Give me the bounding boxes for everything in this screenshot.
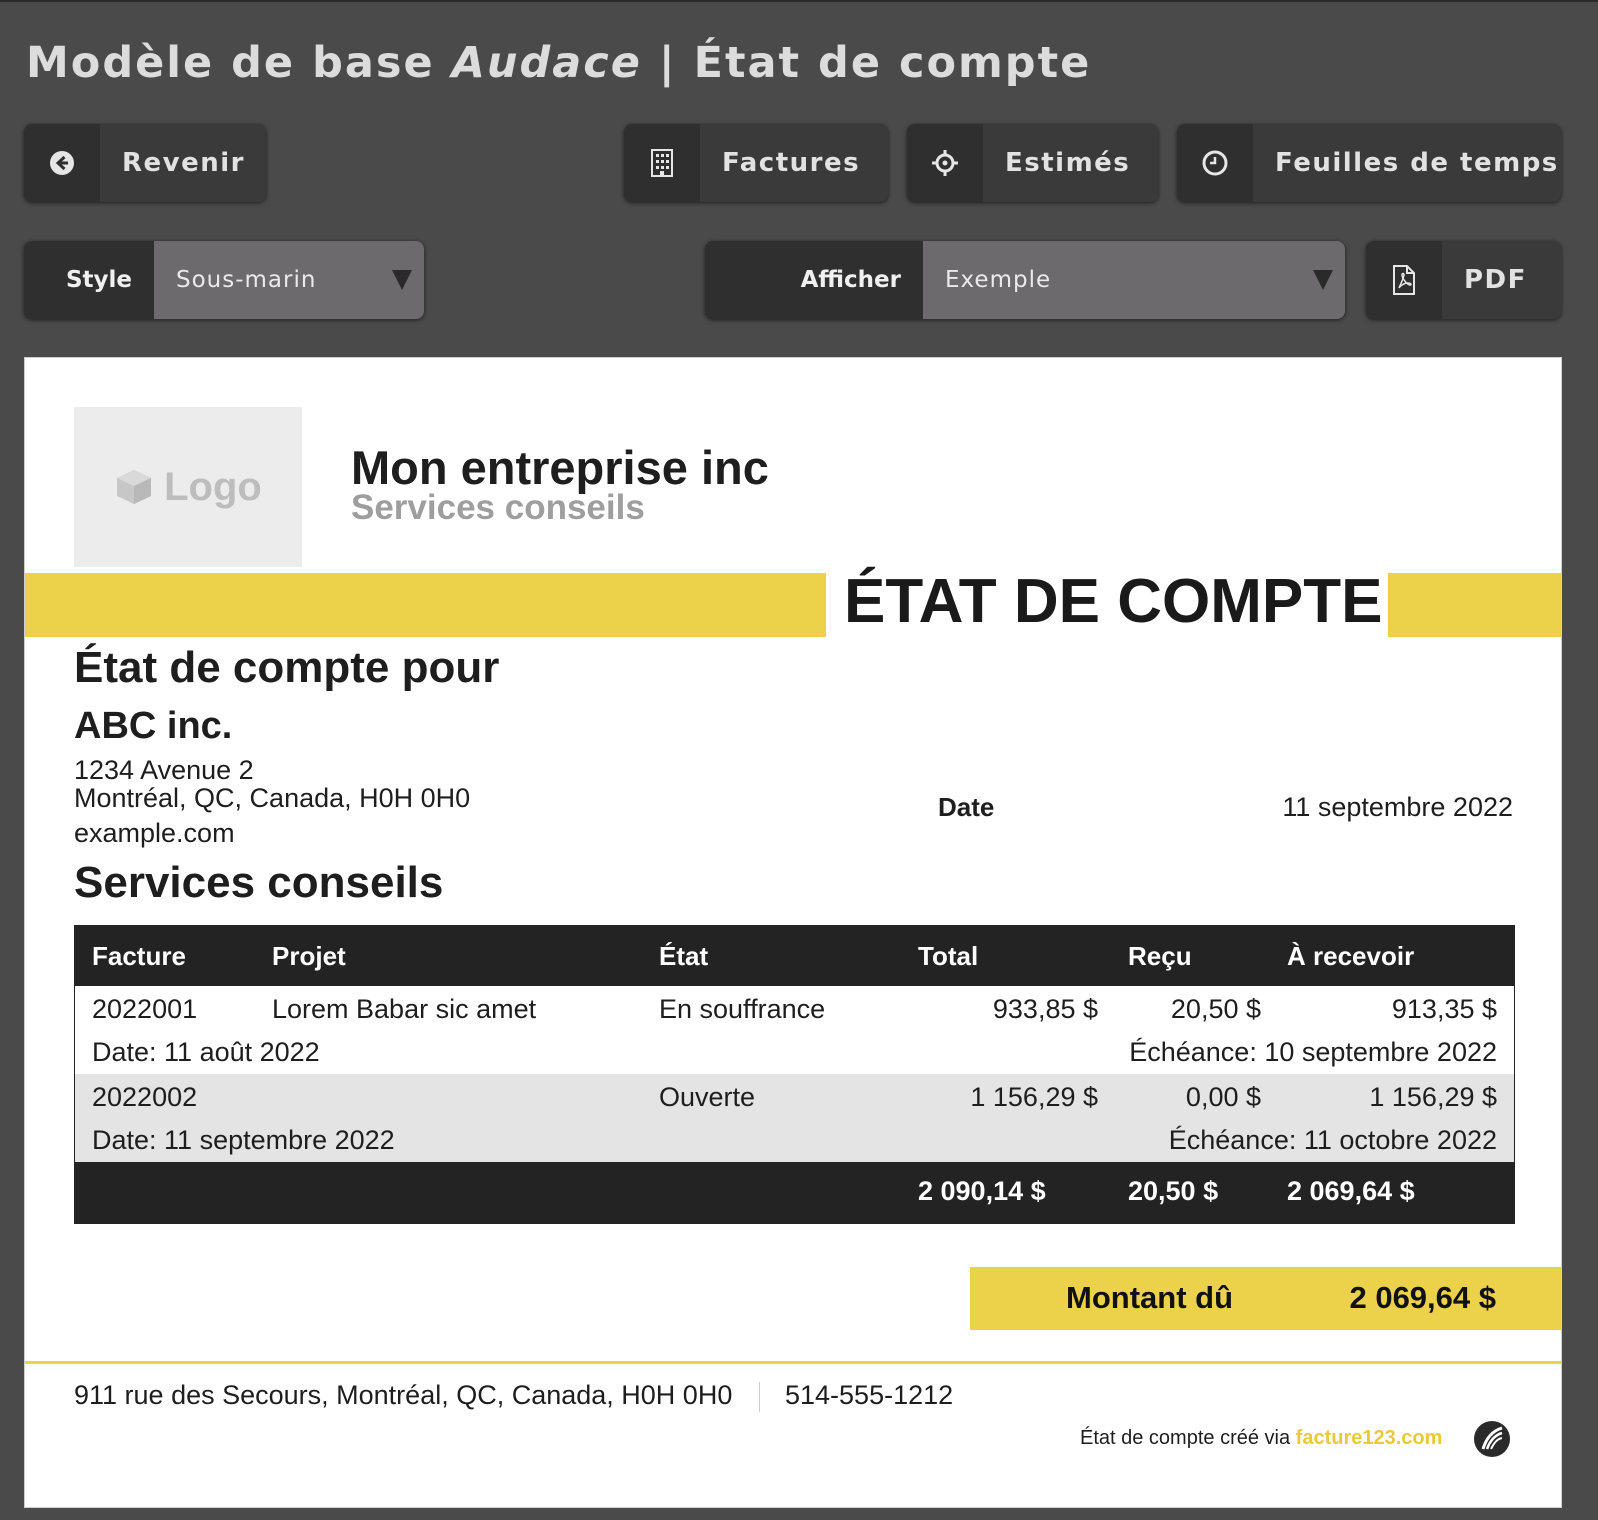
arrow-left-circle-icon	[24, 124, 100, 202]
style-select-group[interactable]: Style Sous-marin	[24, 241, 424, 319]
row-total: 933,85 $	[992, 994, 1098, 1024]
amount-due-label: Montant dû	[1066, 1280, 1234, 1315]
statement-for-label: État de compte pour	[74, 643, 500, 692]
show-select-value: Exemple	[945, 267, 1052, 293]
row-date: Date: 11 août 2022	[92, 1037, 320, 1067]
header-invoice: Facture	[92, 941, 186, 971]
total-amount: 2 090,14 $	[918, 1176, 1046, 1206]
header-project: Projet	[272, 941, 346, 971]
row-status: En souffrance	[659, 994, 826, 1024]
header-received: Reçu	[1128, 941, 1192, 971]
crosshair-icon	[907, 124, 983, 202]
clock-icon	[1177, 124, 1253, 202]
style-select[interactable]: Sous-marin	[154, 241, 424, 319]
row-invoice: 2022002	[92, 1082, 198, 1112]
row-received: 0,00 $	[1185, 1082, 1261, 1112]
table-row: 2022001 Lorem Babar sic amet En souffran…	[75, 986, 1514, 1074]
page-title-suffix: | État de compte	[641, 38, 1092, 88]
style-select-label: Style	[65, 267, 132, 293]
pdf-button[interactable]: PDF	[1366, 241, 1561, 319]
header-receivable: À recevoir	[1287, 941, 1415, 971]
table-row: 2022002 Ouverte 1 156,29 $ 0,00 $ 1 156,…	[75, 1074, 1514, 1162]
row-invoice: 2022001	[92, 994, 198, 1024]
header-total: Total	[918, 941, 979, 971]
client-address-line1: 1234 Avenue 2	[74, 755, 254, 785]
amount-due-box: Montant dû 2 069,64 $	[970, 1267, 1561, 1330]
show-select-group[interactable]: Afficher Exemple	[705, 241, 1345, 319]
page-title-template-name: Audace	[451, 38, 642, 88]
window-top-border	[0, 0, 1598, 2]
show-select[interactable]: Exemple	[923, 241, 1345, 319]
row-due-date: Échéance: 10 septembre 2022	[1129, 1037, 1497, 1067]
logo-placeholder: Logo	[74, 407, 302, 567]
pdf-file-icon	[1366, 241, 1442, 319]
row-status: Ouverte	[659, 1082, 756, 1112]
credit-link[interactable]: facture123.com	[1296, 1427, 1443, 1449]
pdf-button-label: PDF	[1464, 265, 1527, 295]
logo-text: Logo	[164, 464, 262, 509]
client-website: example.com	[74, 818, 235, 848]
estimates-button-label: Estimés	[1005, 148, 1131, 178]
row-project: Lorem Babar sic amet	[272, 994, 537, 1024]
chevron-down-icon	[1313, 270, 1333, 290]
row-total: 1 156,29 $	[970, 1082, 1098, 1112]
chevron-down-icon	[392, 270, 412, 290]
title-band-right	[1388, 573, 1561, 637]
row-date: Date: 11 septembre 2022	[92, 1125, 395, 1155]
timesheets-button[interactable]: Feuilles de temps	[1177, 124, 1561, 202]
company-name: Mon entreprise inc	[351, 441, 769, 494]
style-select-value: Sous-marin	[176, 267, 317, 293]
total-received: 20,50 $	[1128, 1176, 1219, 1206]
back-button-label: Revenir	[122, 148, 245, 178]
page-title: Modèle de base Audace | État de compte	[26, 38, 1091, 88]
page-title-prefix: Modèle de base	[26, 38, 452, 88]
row-receivable: 913,35 $	[1391, 994, 1497, 1024]
footer-credit: État de compte créé via facture123.com	[1080, 1427, 1442, 1450]
company-tagline: Services conseils	[351, 488, 645, 527]
row-receivable: 1 156,29 $	[1369, 1082, 1497, 1112]
header-status: État	[659, 941, 709, 971]
estimates-button[interactable]: Estimés	[907, 124, 1158, 202]
statement-title: ÉTAT DE COMPTE	[844, 567, 1383, 636]
cube-icon	[117, 470, 152, 504]
facture123-logo-icon	[1474, 1421, 1510, 1457]
total-receivable: 2 069,64 $	[1287, 1176, 1415, 1206]
row-received: 20,50 $	[1170, 994, 1261, 1024]
title-band-left	[25, 573, 826, 637]
footer-divider	[25, 1361, 1561, 1364]
table-header: Facture Projet État Total Reçu À recevoi…	[75, 926, 1514, 986]
credit-text: État de compte créé via	[1080, 1427, 1296, 1449]
row-due-date: Échéance: 11 octobre 2022	[1168, 1125, 1497, 1155]
client-name: ABC inc.	[74, 705, 233, 747]
footer-phone: 514-555-1212	[785, 1380, 954, 1410]
statement-table: Facture Projet État Total Reçu À recevoi…	[74, 925, 1515, 1224]
back-button[interactable]: Revenir	[24, 124, 266, 202]
amount-due-value: 2 069,64 $	[1349, 1280, 1496, 1315]
footer-separator	[759, 1382, 760, 1412]
section-title: Services conseils	[74, 858, 444, 907]
date-label: Date	[938, 792, 995, 822]
date-value: 11 septembre 2022	[1282, 792, 1513, 822]
timesheets-button-label: Feuilles de temps	[1275, 148, 1559, 178]
invoices-button[interactable]: Factures	[624, 124, 888, 202]
client-address-line2: Montréal, QC, Canada, H0H 0H0	[74, 783, 471, 813]
building-icon	[624, 124, 700, 202]
invoices-button-label: Factures	[722, 148, 861, 178]
statement-preview: Logo Mon entreprise inc Services conseil…	[24, 357, 1562, 1508]
show-select-label: Afficher	[800, 267, 901, 293]
table-totals-row: 2 090,14 $ 20,50 $ 2 069,64 $	[75, 1162, 1514, 1223]
footer-address: 911 rue des Secours, Montréal, QC, Canad…	[74, 1380, 733, 1410]
